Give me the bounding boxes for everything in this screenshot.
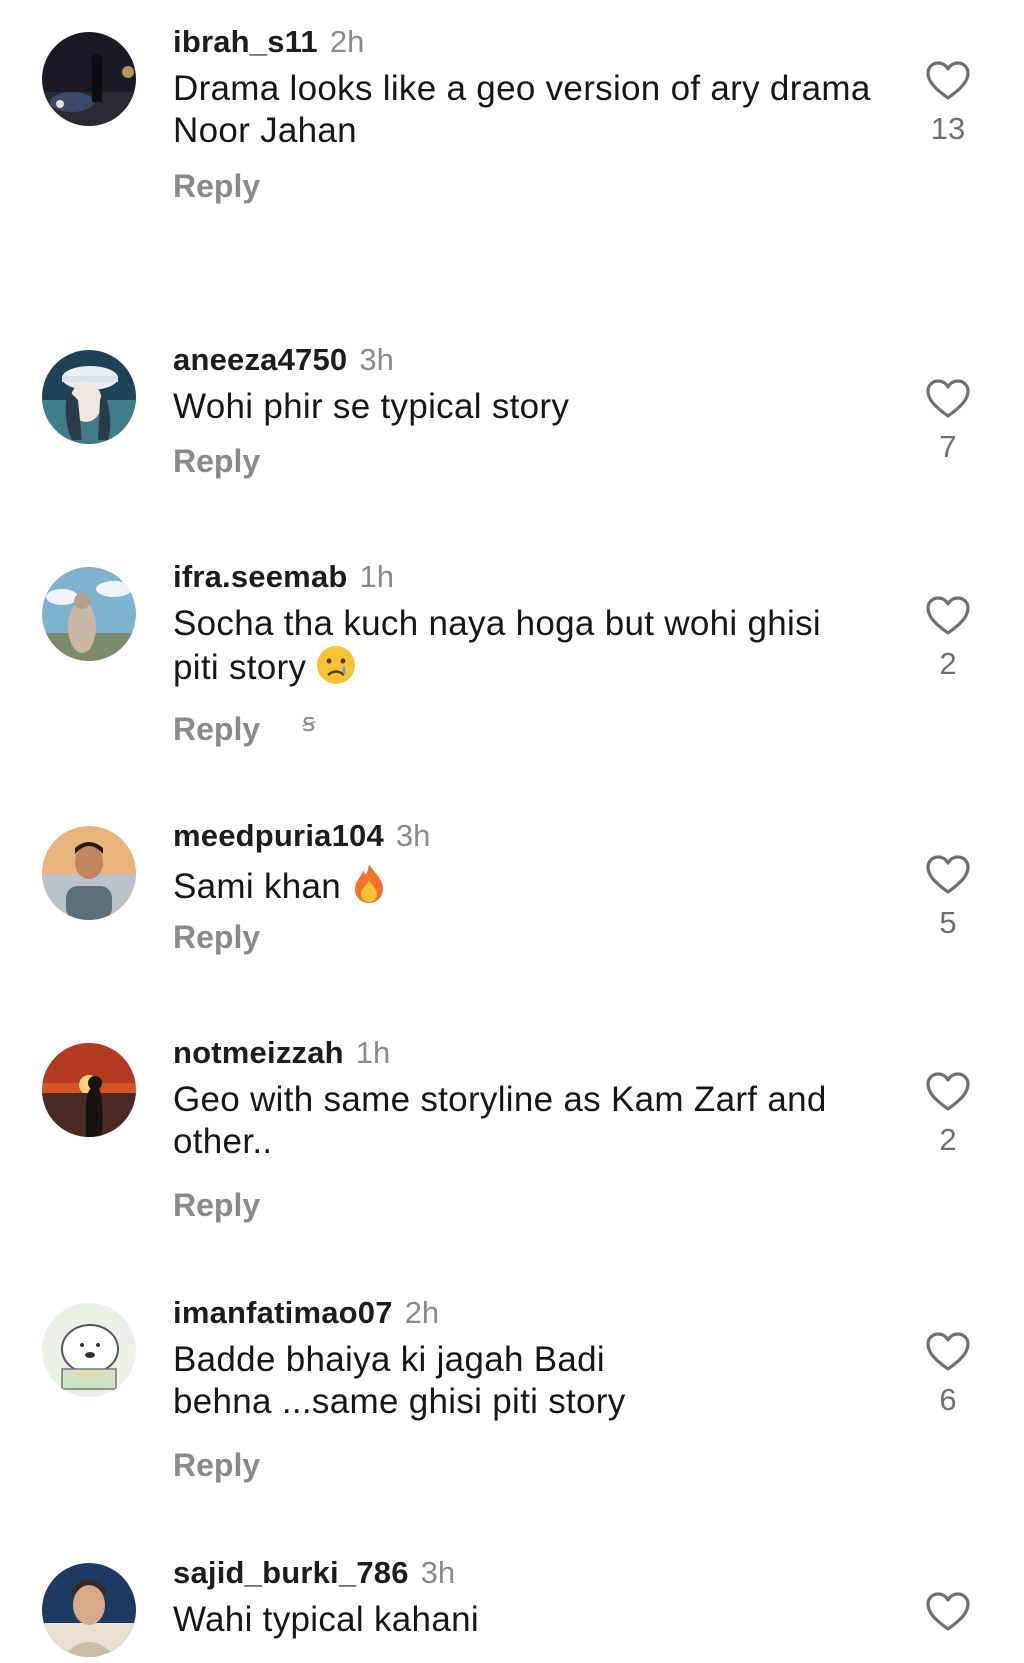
like-count: 2 [939, 1122, 957, 1157]
comment-meta: aneeza4750 3h [173, 342, 394, 378]
reply-button[interactable]: Reply [173, 168, 260, 205]
like-count: 6 [939, 1382, 957, 1417]
comment-text: Sami khan [173, 862, 873, 908]
avatar[interactable] [42, 32, 136, 126]
avatar-image [42, 1043, 136, 1137]
avatar-image [42, 32, 136, 126]
like-count: 5 [939, 905, 957, 940]
comment-text-content: Sami khan [173, 867, 342, 906]
avatar-image [42, 826, 136, 920]
avatar[interactable] [42, 1303, 136, 1397]
username[interactable]: meedpuria104 [173, 818, 384, 853]
reply-button[interactable]: Reply [173, 1187, 260, 1224]
comment-text: Drama looks like a geo version of ary dr… [173, 69, 871, 150]
like-area: 6 [918, 1332, 978, 1418]
comment-meta: imanfatimao07 2h [173, 1295, 439, 1331]
timestamp: 2h [329, 24, 365, 59]
avatar[interactable] [42, 350, 136, 444]
reply-button[interactable]: Reply [173, 1447, 260, 1484]
crying-face-icon [317, 646, 356, 684]
avatar-image [42, 567, 136, 661]
comment-meta: ibrah_s11 2h [173, 24, 364, 60]
comment-text-content: Socha tha kuch naya hoga but wohi ghisi … [173, 604, 821, 687]
avatar[interactable] [42, 567, 136, 661]
username[interactable]: aneeza4750 [173, 342, 347, 377]
like-area [918, 1592, 978, 1632]
heart-icon[interactable] [926, 1072, 970, 1112]
fire-icon [355, 864, 384, 903]
username[interactable]: sajid_burki_786 [173, 1555, 409, 1590]
timestamp: 1h [359, 559, 395, 594]
comment-meta: sajid_burki_786 3h [173, 1555, 455, 1591]
heart-icon[interactable] [926, 596, 970, 636]
heart-icon[interactable] [926, 855, 970, 895]
username[interactable]: ibrah_s11 [173, 24, 318, 59]
reply-button[interactable]: Reply [173, 443, 260, 480]
comment-text: Socha tha kuch naya hoga but wohi ghisi … [173, 603, 873, 689]
username[interactable]: imanfatimao07 [173, 1295, 393, 1330]
like-count: 13 [930, 111, 966, 146]
heart-icon[interactable] [926, 379, 970, 419]
like-area: 2 [918, 1072, 978, 1158]
heart-icon[interactable] [926, 1592, 970, 1632]
timestamp: 2h [404, 1295, 440, 1330]
username[interactable]: ifra.seemab [173, 559, 348, 594]
timestamp: 3h [395, 818, 431, 853]
like-area: 13 [918, 61, 978, 147]
like-count: 2 [939, 646, 957, 681]
like-count: 7 [939, 429, 957, 464]
timestamp: 3h [420, 1555, 456, 1590]
heart-icon[interactable] [926, 1332, 970, 1372]
comment-text: Geo with same storyline as Kam Zarf and … [173, 1080, 827, 1161]
comment-text: Wahi typical kahani [173, 1600, 479, 1639]
comment-meta: notmeizzah 1h [173, 1035, 390, 1071]
avatar[interactable] [42, 1563, 136, 1657]
stray-mark: ꞩ [302, 707, 316, 737]
avatar[interactable] [42, 826, 136, 920]
comment-text: Wohi phir se typical story [173, 387, 570, 426]
username[interactable]: notmeizzah [173, 1035, 344, 1070]
like-area: 2 [918, 596, 978, 682]
timestamp: 1h [355, 1035, 391, 1070]
avatar-image [42, 1563, 136, 1657]
avatar-image [42, 1303, 136, 1397]
avatar-image [42, 350, 136, 444]
avatar[interactable] [42, 1043, 136, 1137]
comment-meta: ifra.seemab 1h [173, 559, 394, 595]
heart-icon[interactable] [926, 61, 970, 101]
like-area: 7 [918, 379, 978, 465]
comment-meta: meedpuria104 3h [173, 818, 430, 854]
like-area: 5 [918, 855, 978, 941]
timestamp: 3h [359, 342, 394, 377]
comment-text: Badde bhaiya ki jagah Badi behna ...same… [173, 1340, 626, 1421]
reply-button[interactable]: Reply [173, 711, 260, 748]
reply-button[interactable]: Reply [173, 919, 260, 956]
